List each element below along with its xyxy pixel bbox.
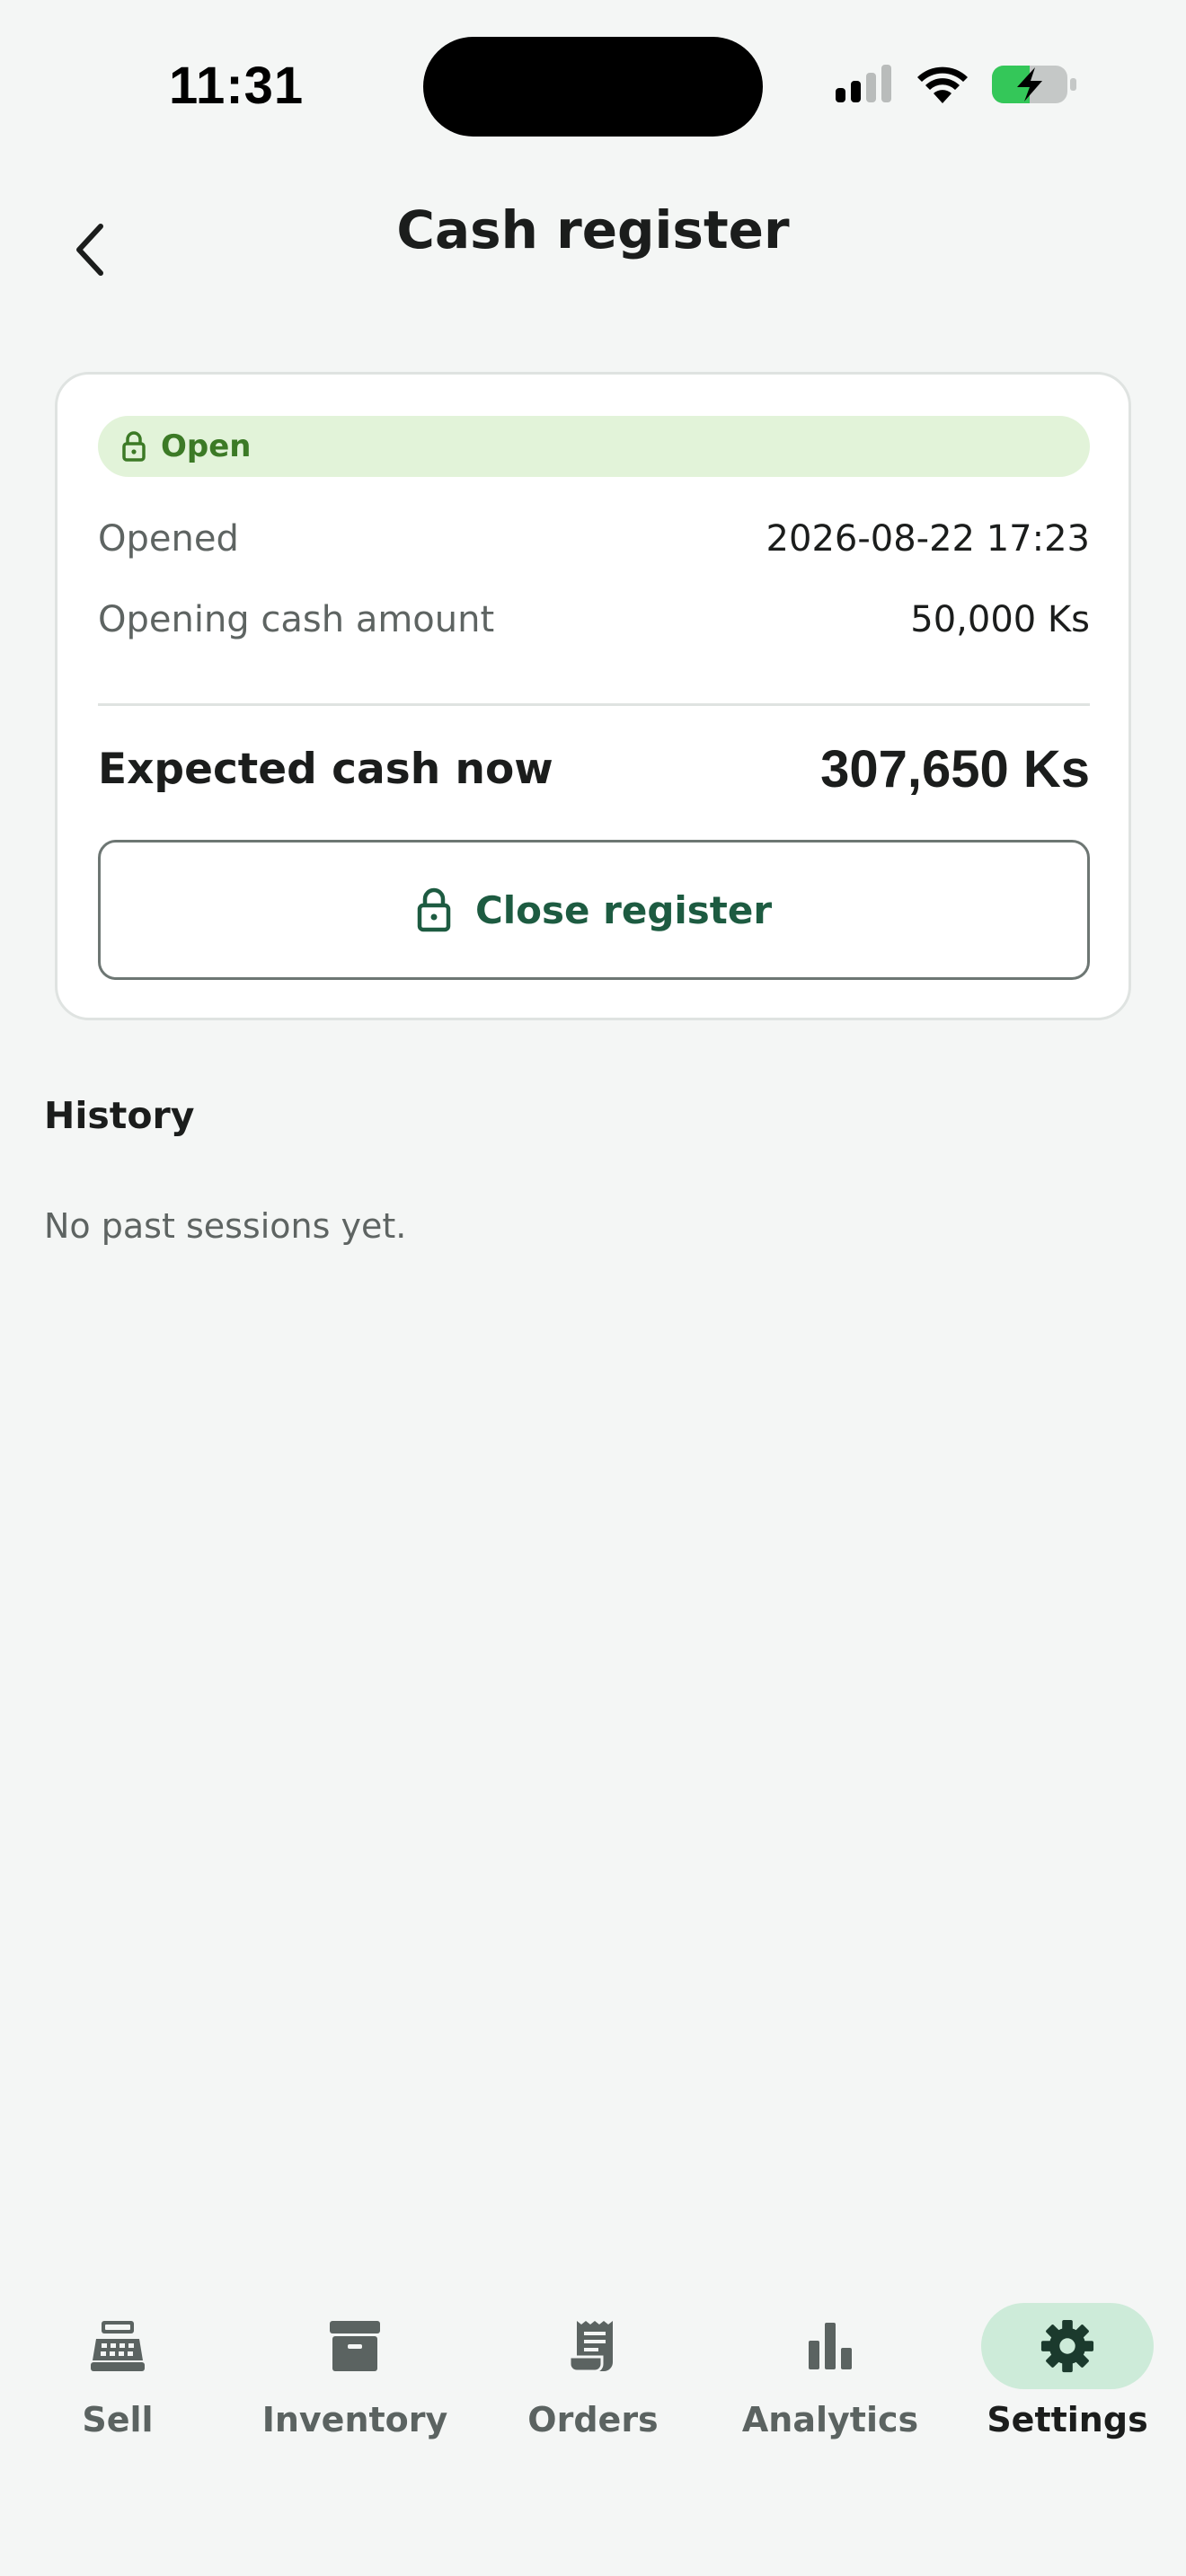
lock-icon <box>417 887 451 932</box>
bottom-nav: Sell Inventory Orders Analytics Settings <box>0 2281 1186 2576</box>
opening-cash-row: Opening cash amount 50,000 Ks <box>98 599 1090 640</box>
nav-item-sell[interactable]: Sell <box>14 2303 221 2456</box>
history-empty-text: No past sessions yet. <box>44 1206 407 1246</box>
opening-cash-label: Opening cash amount <box>98 599 495 640</box>
register-card: Open Opened 2026-08-22 17:23 Opening cas… <box>55 372 1131 1020</box>
close-register-label: Close register <box>474 887 773 932</box>
screen: 11:31 Cash register Open Opened 2026-08-… <box>0 0 1186 2576</box>
nav-icon-wrap <box>744 2303 916 2389</box>
opened-row: Opened 2026-08-22 17:23 <box>98 518 1090 560</box>
nav-label: Settings <box>987 2400 1148 2439</box>
nav-item-orders[interactable]: Orders <box>490 2303 696 2456</box>
cellular-signal-icon <box>836 65 891 102</box>
wifi-icon <box>917 66 968 103</box>
nav-item-analytics[interactable]: Analytics <box>727 2303 934 2456</box>
nav-label: Sell <box>82 2400 154 2439</box>
expected-cash-value: 307,650 Ks <box>820 740 1090 798</box>
nav-label: Analytics <box>741 2400 919 2439</box>
status-badge: Open <box>98 416 1090 477</box>
opening-cash-value: 50,000 Ks <box>910 599 1090 640</box>
opened-label: Opened <box>98 518 239 560</box>
divider <box>98 703 1090 706</box>
receipt-icon <box>568 2321 613 2373</box>
nav-icon-wrap <box>507 2303 679 2389</box>
cash-register-icon <box>91 2321 145 2371</box>
archive-box-icon <box>330 2321 380 2371</box>
nav-label: Inventory <box>261 2400 448 2439</box>
close-register-button[interactable]: Close register <box>98 840 1090 980</box>
dynamic-island <box>423 37 763 137</box>
opened-value: 2026-08-22 17:23 <box>766 518 1090 560</box>
status-bar: 11:31 <box>0 0 1186 171</box>
nav-label: Orders <box>527 2400 659 2439</box>
page-title: Cash register <box>396 199 790 260</box>
history-title: History <box>44 1094 195 1137</box>
expected-cash-label: Expected cash now <box>98 745 553 794</box>
nav-icon-wrap <box>31 2303 204 2389</box>
lock-open-icon <box>122 431 146 462</box>
battery-charging-icon <box>992 66 1076 103</box>
status-time: 11:31 <box>169 57 305 115</box>
nav-icon-wrap <box>269 2303 441 2389</box>
nav-item-settings[interactable]: Settings <box>964 2303 1171 2456</box>
expected-cash-row: Expected cash now 307,650 Ks <box>98 739 1090 799</box>
gear-icon <box>1040 2319 1094 2373</box>
status-icons <box>834 63 1078 106</box>
nav-icon-wrap <box>981 2303 1154 2389</box>
nav-item-inventory[interactable]: Inventory <box>252 2303 458 2456</box>
status-badge-label: Open <box>161 428 252 464</box>
bar-chart-icon <box>809 2323 852 2369</box>
